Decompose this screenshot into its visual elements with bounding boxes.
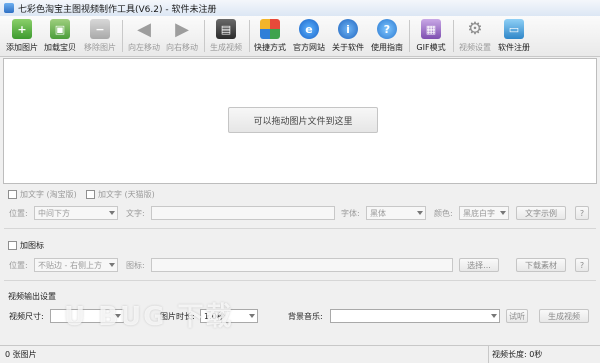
add-text-taobao-checkbox[interactable] bbox=[8, 190, 17, 199]
status-bar: 0 张图片 视频长度: 0秒 bbox=[0, 345, 600, 363]
watermark-text: U BUG 下载 bbox=[64, 302, 234, 332]
add-text-taobao-label: 加文字 (淘宝版) bbox=[20, 190, 77, 199]
gear-icon: ⚙ bbox=[467, 19, 483, 39]
logo-image-label: 图标: bbox=[126, 261, 145, 270]
add-image-icon: + bbox=[12, 19, 32, 39]
listen-button[interactable]: 试听 bbox=[506, 309, 528, 323]
background-music-select[interactable] bbox=[330, 309, 500, 323]
section-divider bbox=[4, 280, 596, 281]
add-text-tmall-checkbox[interactable] bbox=[86, 190, 95, 199]
video-settings-button[interactable]: ⚙ 视频设置 bbox=[457, 18, 493, 54]
gif-mode-button[interactable]: ▦ GIF模式 bbox=[413, 18, 449, 54]
remove-image-icon: − bbox=[90, 19, 110, 39]
window-title: 七彩色淘宝主图视频制作工具(V6.2) - 软件未注册 bbox=[18, 4, 217, 15]
logo-help-button[interactable]: ? bbox=[575, 258, 589, 272]
text-content-label: 文字: bbox=[126, 209, 145, 218]
clapperboard-icon: ▤ bbox=[216, 19, 236, 39]
chevron-down-icon bbox=[491, 314, 497, 318]
drop-hint-button[interactable]: 可以拖动图片文件到这里 bbox=[228, 107, 378, 133]
remove-image-button[interactable]: − 移除图片 bbox=[82, 18, 118, 54]
text-help-button[interactable]: ? bbox=[575, 206, 589, 220]
register-label: 软件注册 bbox=[498, 43, 530, 52]
text-position-label: 位置: bbox=[9, 209, 28, 218]
text-position-select[interactable]: 中间下方 bbox=[34, 206, 118, 220]
video-length-status: 视频长度: 0秒 bbox=[492, 350, 543, 359]
logo-browse-button[interactable]: 选择... bbox=[459, 258, 499, 272]
status-separator bbox=[488, 346, 489, 363]
help-icon: ? bbox=[377, 19, 397, 39]
move-left-button[interactable]: ◀ 向左移动 bbox=[126, 18, 162, 54]
background-music-label: 背景音乐: bbox=[288, 312, 323, 321]
add-image-button[interactable]: + 添加图片 bbox=[4, 18, 40, 54]
add-logo-checkbox[interactable] bbox=[8, 241, 17, 250]
add-text-taobao-option[interactable]: 加文字 (淘宝版) bbox=[8, 189, 77, 200]
generate-video-label: 生成视频 bbox=[210, 43, 242, 52]
title-bar: 七彩色淘宝主图视频制作工具(V6.2) - 软件未注册 bbox=[0, 0, 600, 17]
gif-mode-label: GIF模式 bbox=[416, 43, 446, 52]
shortcut-button[interactable]: 快捷方式 bbox=[252, 18, 288, 54]
chevron-down-icon bbox=[249, 314, 255, 318]
app-icon bbox=[4, 3, 14, 13]
chevron-down-icon bbox=[109, 211, 115, 215]
guide-label: 使用指南 bbox=[371, 43, 403, 52]
toolbar-separator bbox=[249, 20, 250, 52]
video-settings-label: 视频设置 bbox=[459, 43, 491, 52]
toolbar-separator bbox=[204, 20, 205, 52]
move-right-button[interactable]: ▶ 向右移动 bbox=[164, 18, 200, 54]
arrow-left-icon: ◀ bbox=[137, 18, 151, 40]
guide-button[interactable]: ? 使用指南 bbox=[369, 18, 405, 54]
browser-icon: e bbox=[299, 19, 319, 39]
color-select[interactable]: 黑底白字 bbox=[459, 206, 509, 220]
cubes-icon bbox=[260, 19, 280, 39]
download-assets-button[interactable]: 下载素材 bbox=[516, 258, 566, 272]
font-value: 黑体 bbox=[370, 208, 386, 218]
add-product-button[interactable]: ▣ 加载宝贝 bbox=[42, 18, 78, 54]
generate-video-button[interactable]: 生成视频 bbox=[539, 309, 589, 323]
shortcut-label: 快捷方式 bbox=[254, 43, 286, 52]
toolbar-separator bbox=[453, 20, 454, 52]
toolbar-separator bbox=[409, 20, 410, 52]
toolbar-separator bbox=[122, 20, 123, 52]
logo-position-select[interactable]: 不贴边 - 右侧上方 bbox=[34, 258, 118, 272]
gif-icon: ▦ bbox=[421, 19, 441, 39]
text-content-input[interactable] bbox=[151, 206, 335, 220]
add-image-label: 添加图片 bbox=[6, 43, 38, 52]
font-select[interactable]: 黑体 bbox=[366, 206, 426, 220]
load-product-icon: ▣ bbox=[50, 19, 70, 39]
logo-image-path-input[interactable] bbox=[151, 258, 453, 272]
text-position-value: 中间下方 bbox=[38, 208, 70, 218]
arrow-right-icon: ▶ bbox=[175, 18, 189, 40]
chevron-down-icon bbox=[500, 211, 506, 215]
register-button[interactable]: ▭ 软件注册 bbox=[496, 18, 532, 54]
website-label: 官方网站 bbox=[293, 43, 325, 52]
color-value: 黑底白字 bbox=[463, 208, 495, 218]
video-size-label: 视频尺寸: bbox=[9, 312, 44, 321]
image-drop-area[interactable]: 可以拖动图片文件到这里 bbox=[3, 58, 597, 184]
about-label: 关于软件 bbox=[332, 43, 364, 52]
logo-position-value: 不贴边 - 右侧上方 bbox=[38, 260, 102, 270]
move-right-label: 向右移动 bbox=[166, 43, 198, 52]
color-label: 颜色: bbox=[434, 209, 453, 218]
website-button[interactable]: e 官方网站 bbox=[291, 18, 327, 54]
logo-position-label: 位置: bbox=[9, 261, 28, 270]
about-button[interactable]: i 关于软件 bbox=[330, 18, 366, 54]
chevron-down-icon bbox=[417, 211, 423, 215]
text-preview-button[interactable]: 文字示例 bbox=[516, 206, 566, 220]
move-left-label: 向左移动 bbox=[128, 43, 160, 52]
font-label: 字体: bbox=[341, 209, 360, 218]
image-count-status: 0 张图片 bbox=[5, 350, 37, 359]
add-text-tmall-option[interactable]: 加文字 (天猫版) bbox=[86, 189, 155, 200]
info-icon: i bbox=[338, 19, 358, 39]
add-product-label: 加载宝贝 bbox=[44, 43, 76, 52]
generate-video-toolbar-button[interactable]: ▤ 生成视频 bbox=[208, 18, 244, 54]
monitor-icon: ▭ bbox=[504, 19, 524, 39]
section-divider bbox=[4, 228, 596, 229]
toolbar: + 添加图片 ▣ 加载宝贝 − 移除图片 ◀ 向左移动 ▶ 向右移动 ▤ 生成视… bbox=[0, 16, 600, 57]
output-settings-heading: 视频输出设置 bbox=[8, 292, 56, 301]
add-text-tmall-label: 加文字 (天猫版) bbox=[98, 190, 155, 199]
remove-image-label: 移除图片 bbox=[84, 43, 116, 52]
chevron-down-icon bbox=[109, 263, 115, 267]
add-logo-option[interactable]: 加图标 bbox=[8, 240, 44, 251]
add-logo-label: 加图标 bbox=[20, 241, 44, 250]
